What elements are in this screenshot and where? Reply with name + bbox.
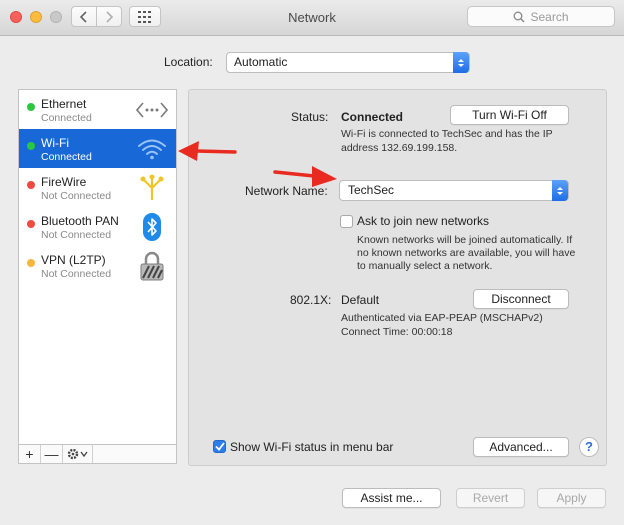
location-value: Automatic: [234, 55, 288, 69]
service-item-firewire[interactable]: FireWire Not Connected: [19, 168, 176, 207]
status-dot: [27, 142, 35, 150]
service-name: FireWire: [41, 175, 87, 189]
ask-join-label: Ask to join new networks: [357, 214, 490, 228]
add-service-button[interactable]: +: [19, 445, 41, 463]
service-item-ethernet[interactable]: Ethernet Connected: [19, 90, 176, 129]
status-dot: [27, 259, 35, 267]
service-status: Not Connected: [41, 229, 112, 241]
service-name: Bluetooth PAN: [41, 214, 119, 228]
status-description-line1: Wi-Fi is connected to TechSec and has th…: [341, 128, 553, 140]
dot1x-value: Default: [341, 293, 380, 307]
service-list: Ethernet Connected Wi-Fi Connected FireW…: [18, 89, 177, 464]
firewire-icon: [136, 172, 168, 203]
title-bar: Network Search: [0, 0, 624, 36]
checkmark-icon: [214, 442, 225, 451]
ethernet-icon: [136, 94, 168, 125]
search-field[interactable]: Search: [467, 6, 615, 27]
annotation-arrow-wifi: [178, 141, 237, 161]
turn-wifi-off-button[interactable]: Turn Wi-Fi Off: [450, 105, 569, 125]
network-name-value: TechSec: [348, 183, 395, 197]
service-status: Connected: [41, 151, 92, 163]
advanced-button[interactable]: Advanced...: [473, 437, 569, 457]
action-menu-button[interactable]: [63, 445, 93, 463]
assist-me-button[interactable]: Assist me...: [342, 488, 441, 508]
service-item-bluetooth-pan[interactable]: Bluetooth PAN Not Connected: [19, 207, 176, 246]
ask-join-description-line3: to manually select a network.: [357, 260, 493, 272]
auth-line1: Authenticated via EAP-PEAP (MSCHAPv2): [341, 312, 543, 324]
remove-service-button[interactable]: —: [41, 445, 63, 463]
chevron-updown-icon: [453, 52, 469, 73]
ask-join-description-line2: no known networks are available, you wil…: [357, 247, 576, 259]
gear-icon: [67, 448, 88, 460]
location-select[interactable]: Automatic: [226, 52, 470, 73]
location-label: Location:: [164, 55, 213, 69]
show-wifi-status-checkbox[interactable]: [213, 440, 226, 453]
auth-line2: Connect Time: 00:00:18: [341, 326, 453, 338]
service-item-vpn[interactable]: VPN (L2TP) Not Connected: [19, 246, 176, 285]
service-item-wifi[interactable]: Wi-Fi Connected: [19, 129, 176, 168]
help-button[interactable]: ?: [579, 437, 599, 457]
ask-join-description-line1: Known networks will be joined automatica…: [357, 234, 573, 246]
annotation-arrow-network-name: [273, 166, 337, 187]
network-name-select[interactable]: TechSec: [339, 180, 569, 201]
service-status: Not Connected: [41, 268, 112, 280]
search-placeholder: Search: [530, 9, 569, 24]
status-dot: [27, 103, 35, 111]
status-dot: [27, 181, 35, 189]
status-description-line2: address 132.69.199.158.: [341, 142, 458, 154]
status-value: Connected: [341, 110, 404, 124]
revert-button[interactable]: Revert: [456, 488, 525, 508]
disconnect-button[interactable]: Disconnect: [473, 289, 569, 309]
bluetooth-icon: [136, 211, 168, 242]
status-label: Status:: [291, 110, 329, 124]
ask-join-checkbox[interactable]: [340, 215, 353, 228]
service-status: Connected: [41, 112, 92, 124]
service-name: VPN (L2TP): [41, 253, 106, 267]
apply-button[interactable]: Apply: [537, 488, 606, 508]
search-icon: [514, 11, 525, 22]
chevron-updown-icon: [552, 180, 568, 201]
status-dot: [27, 220, 35, 228]
service-status: Not Connected: [41, 190, 112, 202]
service-name: Ethernet: [41, 97, 87, 111]
vpn-lock-icon: [136, 250, 168, 281]
wifi-icon: [136, 133, 168, 164]
dot1x-label: 802.1X:: [290, 293, 332, 307]
show-wifi-status-label: Show Wi-Fi status in menu bar: [230, 440, 394, 454]
sidebar-footer: + —: [19, 444, 176, 463]
service-name: Wi-Fi: [41, 136, 69, 150]
